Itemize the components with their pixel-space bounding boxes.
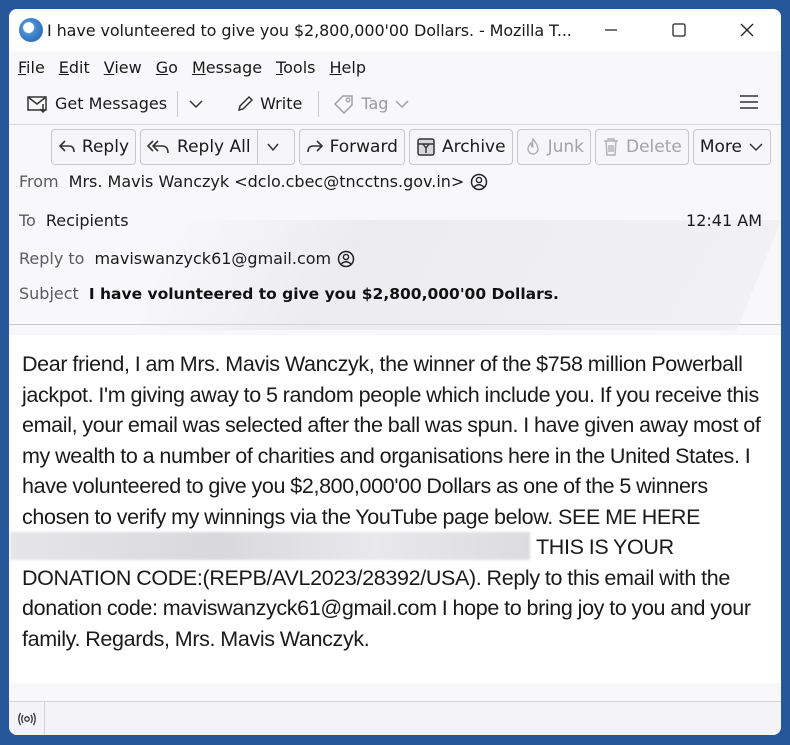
menu-go[interactable]: Go (156, 58, 178, 77)
menu-tools-rest: ools (283, 57, 316, 77)
to-value[interactable]: Recipients (46, 211, 129, 230)
menu-bar: File Edit View Go Message Tools Help (9, 51, 781, 83)
contact-icon[interactable] (337, 250, 355, 268)
message-body: Dear friend, I am Mrs. Mavis Wanczyk, th… (9, 335, 781, 683)
watermark (136, 220, 781, 330)
trash-icon (603, 138, 618, 156)
reply-to-label: Reply to (19, 249, 85, 268)
maximize-button[interactable] (645, 9, 713, 51)
menu-help-accel: H (329, 57, 342, 77)
junk-label: Junk (547, 137, 584, 157)
forward-button[interactable]: Forward (298, 129, 405, 165)
forward-icon (306, 140, 323, 153)
maximize-icon (672, 23, 686, 37)
status-bar (9, 701, 781, 735)
subject-value: I have volunteered to give you $2,800,00… (88, 284, 559, 303)
toolbar-separator (318, 90, 320, 117)
reply-all-main[interactable]: Reply All (141, 130, 257, 164)
minimize-button[interactable] (577, 9, 645, 51)
tag-button[interactable]: Tag (329, 88, 420, 120)
message-time: 12:41 AM (686, 211, 762, 230)
chevron-down-icon (189, 99, 203, 108)
hamburger-menu-icon (740, 95, 758, 109)
menu-edit-rest: dit (68, 57, 90, 77)
close-button[interactable] (713, 9, 781, 51)
redacted-link (10, 532, 530, 560)
reply-icon (58, 140, 75, 153)
menu-file-accel: F (18, 57, 27, 77)
subject-label: Subject (19, 284, 79, 303)
reply-label: Reply (81, 137, 130, 157)
chevron-down-icon (267, 143, 279, 152)
delete-label: Delete (625, 137, 682, 157)
menu-file[interactable]: File (18, 58, 45, 77)
archive-label: Archive (441, 137, 506, 157)
tag-icon (334, 94, 354, 114)
message-header: Reply Reply All Forward Archive Junk Del… (9, 125, 781, 330)
reply-to-row: Reply to maviswanzyck61@gmail.com (19, 249, 355, 268)
window-title: I have volunteered to give you $2,800,00… (47, 20, 572, 40)
get-messages-dropdown[interactable] (184, 88, 214, 120)
delete-button[interactable]: Delete (594, 129, 689, 165)
from-value[interactable]: Mrs. Mavis Wanczyk <dclo.cbec@tncctns.go… (69, 172, 465, 191)
contact-icon[interactable] (470, 173, 488, 191)
menu-go-rest: o (168, 57, 178, 77)
pencil-icon (238, 95, 254, 111)
main-toolbar: Get Messages Write Tag (9, 83, 781, 125)
chevron-down-icon (395, 99, 409, 108)
message-action-buttons: Reply Reply All Forward Archive Junk Del… (47, 129, 771, 165)
from-label: From (19, 172, 59, 191)
chevron-down-icon (749, 143, 763, 152)
menu-file-rest: ile (26, 57, 45, 77)
toolbar-separator (177, 90, 179, 117)
body-text-part1: Dear friend, I am Mrs. Mavis Wanczyk, th… (22, 352, 761, 529)
menu-message-rest: essage (205, 57, 263, 77)
title-bar: I have volunteered to give you $2,800,00… (9, 9, 781, 51)
menu-view[interactable]: View (104, 58, 142, 77)
minimize-icon (605, 29, 617, 31)
thunderbird-logo-icon (19, 18, 43, 42)
flame-icon (526, 137, 539, 155)
from-row: From Mrs. Mavis Wanczyk <dclo.cbec@tncct… (19, 172, 488, 191)
tag-label: Tag (361, 94, 389, 113)
more-label: More (699, 137, 742, 157)
menu-view-rest: iew (114, 57, 142, 77)
menu-message-accel: M (191, 57, 206, 77)
menu-go-accel: G (155, 57, 169, 77)
write-button[interactable]: Write (232, 88, 306, 120)
broadcast-icon (17, 712, 36, 725)
to-row: To Recipients (19, 211, 129, 230)
reply-to-value[interactable]: maviswanzyck61@gmail.com (94, 249, 331, 268)
reply-all-button[interactable]: Reply All (140, 129, 295, 165)
window-controls (577, 9, 781, 51)
archive-icon (417, 138, 435, 156)
menu-help[interactable]: Help (330, 58, 366, 77)
menu-view-accel: V (103, 57, 115, 77)
reply-all-dropdown[interactable] (256, 130, 294, 164)
more-button[interactable]: More (692, 129, 771, 165)
menu-tools[interactable]: Tools (276, 58, 315, 77)
to-label: To (19, 211, 36, 230)
get-messages-button[interactable]: Get Messages (23, 88, 171, 120)
message-body-text: Dear friend, I am Mrs. Mavis Wanczyk, th… (10, 349, 769, 654)
reply-all-label: Reply All (177, 137, 251, 157)
archive-button[interactable]: Archive (408, 129, 513, 165)
thunderbird-window: I have volunteered to give you $2,800,00… (9, 9, 781, 735)
forward-label: Forward (329, 137, 398, 157)
menu-help-rest: elp (341, 57, 366, 77)
menu-message[interactable]: Message (192, 58, 262, 77)
subject-row: Subject I have volunteered to give you $… (19, 284, 559, 303)
app-menu-button[interactable] (739, 93, 759, 115)
menu-edit-accel: E (58, 57, 69, 77)
reply-button[interactable]: Reply (50, 129, 137, 165)
menu-edit[interactable]: Edit (59, 58, 90, 77)
close-icon (740, 23, 754, 37)
junk-button[interactable]: Junk (516, 129, 591, 165)
get-messages-label: Get Messages (55, 94, 168, 113)
write-label: Write (260, 94, 303, 113)
envelope-download-icon (27, 95, 47, 113)
online-status-button[interactable] (9, 701, 45, 735)
reply-all-icon (147, 140, 169, 154)
